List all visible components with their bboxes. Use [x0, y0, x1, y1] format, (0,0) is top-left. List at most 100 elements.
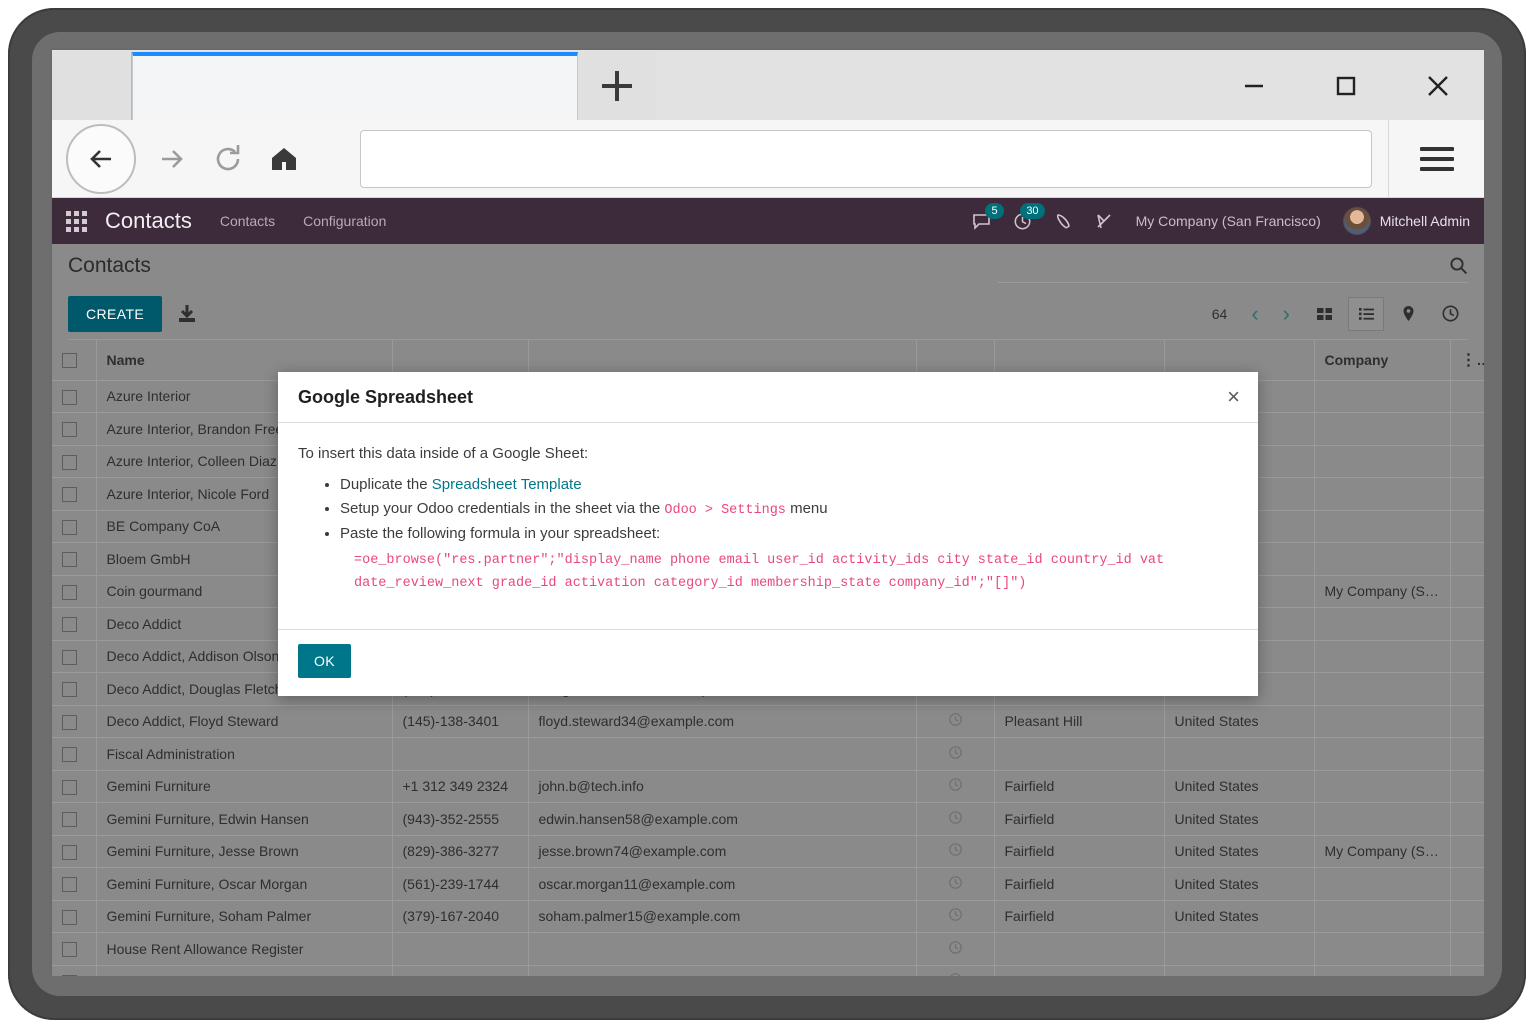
row-checkbox[interactable] — [62, 812, 77, 827]
cell-activity[interactable] — [916, 933, 994, 966]
create-button[interactable]: CREATE — [68, 296, 162, 332]
row-checkbox[interactable] — [62, 390, 77, 405]
close-button[interactable] — [1392, 52, 1484, 120]
select-all-checkbox[interactable] — [62, 353, 77, 368]
ok-button[interactable]: OK — [298, 644, 351, 678]
new-tab-button[interactable] — [578, 52, 656, 120]
table-row[interactable]: Hungry Pancynthiasanchez@gmail.comRussel… — [52, 965, 1484, 976]
view-switcher-map[interactable] — [1390, 297, 1426, 331]
cell-activity[interactable] — [916, 738, 994, 771]
cell-activity[interactable] — [916, 835, 994, 868]
address-bar[interactable] — [360, 130, 1372, 188]
row-select-cell[interactable] — [52, 543, 96, 576]
table-row[interactable]: Fiscal Administration — [52, 738, 1484, 771]
row-checkbox[interactable] — [62, 715, 77, 730]
maximize-button[interactable] — [1300, 52, 1392, 120]
browser-menu-button[interactable] — [1388, 120, 1484, 198]
cell-activity[interactable] — [916, 770, 994, 803]
row-checkbox[interactable] — [62, 585, 77, 600]
row-checkbox[interactable] — [62, 942, 77, 957]
row-checkbox[interactable] — [62, 520, 77, 535]
row-checkbox[interactable] — [62, 780, 77, 795]
forward-button[interactable] — [144, 131, 200, 187]
search-bar[interactable] — [998, 249, 1468, 283]
table-row[interactable]: Gemini Furniture+1 312 349 2324john.b@te… — [52, 770, 1484, 803]
cell-activity[interactable] — [916, 705, 994, 738]
row-checkbox[interactable] — [62, 845, 77, 860]
row-select-cell[interactable] — [52, 868, 96, 901]
back-button[interactable] — [66, 124, 136, 194]
row-checkbox[interactable] — [62, 487, 77, 502]
debug-button[interactable] — [1095, 212, 1114, 231]
menu-contacts[interactable]: Contacts — [220, 213, 275, 229]
row-select-cell[interactable] — [52, 673, 96, 706]
row-checkbox[interactable] — [62, 910, 77, 925]
formula-code[interactable]: =oe_browse("res.partner";"display_name p… — [354, 550, 1238, 596]
row-checkbox[interactable] — [62, 975, 77, 976]
table-row[interactable]: House Rent Allowance Register — [52, 933, 1484, 966]
row-select-cell[interactable] — [52, 705, 96, 738]
row-checkbox[interactable] — [62, 650, 77, 665]
apps-grid-icon[interactable] — [66, 211, 87, 232]
row-checkbox[interactable] — [62, 747, 77, 762]
cell-phone — [392, 933, 528, 966]
row-checkbox[interactable] — [62, 682, 77, 697]
cell-activity[interactable] — [916, 900, 994, 933]
table-row[interactable]: Gemini Furniture, Soham Palmer(379)-167-… — [52, 900, 1484, 933]
row-select-cell[interactable] — [52, 900, 96, 933]
row-select-cell[interactable] — [52, 608, 96, 641]
row-select-cell[interactable] — [52, 413, 96, 446]
row-select-cell[interactable] — [52, 510, 96, 543]
row-select-cell[interactable] — [52, 835, 96, 868]
row-select-cell[interactable] — [52, 575, 96, 608]
view-switcher-list[interactable] — [1348, 297, 1384, 331]
cell-activity[interactable] — [916, 868, 994, 901]
row-checkbox[interactable] — [62, 422, 77, 437]
row-checkbox[interactable] — [62, 552, 77, 567]
view-switcher-activity[interactable] — [1432, 297, 1468, 331]
select-all-header[interactable] — [52, 340, 96, 380]
browser-tab-active[interactable] — [132, 52, 578, 120]
menu-configuration[interactable]: Configuration — [303, 213, 386, 229]
dialog-close-button[interactable]: × — [1227, 386, 1240, 408]
row-select-cell[interactable] — [52, 770, 96, 803]
company-switcher[interactable]: My Company (San Francisco) — [1136, 213, 1321, 229]
phone-button[interactable] — [1054, 212, 1073, 231]
cell-activity[interactable] — [916, 803, 994, 836]
pager-count[interactable]: 64 — [1212, 306, 1228, 322]
cell-phone: (829)-386-3277 — [392, 835, 528, 868]
search-input[interactable] — [998, 258, 1449, 274]
row-select-cell[interactable] — [52, 803, 96, 836]
row-select-cell[interactable] — [52, 640, 96, 673]
row-checkbox[interactable] — [62, 617, 77, 632]
reload-button[interactable] — [200, 131, 256, 187]
messaging-button[interactable]: 5 — [972, 212, 991, 231]
app-brand[interactable]: Contacts — [105, 208, 192, 234]
column-options-button[interactable]: ⋮ — [1450, 340, 1484, 380]
home-button[interactable] — [256, 131, 312, 187]
search-icon[interactable] — [1449, 256, 1468, 275]
cell-activity[interactable] — [916, 965, 994, 976]
table-row[interactable]: Gemini Furniture, Oscar Morgan(561)-239-… — [52, 868, 1484, 901]
row-select-cell[interactable] — [52, 933, 96, 966]
row-select-cell[interactable] — [52, 478, 96, 511]
minimize-button[interactable] — [1208, 52, 1300, 120]
table-row[interactable]: Gemini Furniture, Jesse Brown(829)-386-3… — [52, 835, 1484, 868]
row-checkbox[interactable] — [62, 877, 77, 892]
pager-previous-button[interactable]: ‹ — [1241, 303, 1268, 325]
row-select-cell[interactable] — [52, 738, 96, 771]
user-menu[interactable]: Mitchell Admin — [1343, 207, 1470, 235]
table-row[interactable]: Deco Addict, Floyd Steward(145)-138-3401… — [52, 705, 1484, 738]
export-icon[interactable] — [176, 303, 198, 325]
cell-name: Gemini Furniture, Jesse Brown — [96, 835, 392, 868]
spreadsheet-template-link[interactable]: Spreadsheet Template — [432, 476, 582, 493]
column-header-company[interactable]: Company — [1314, 340, 1450, 380]
row-checkbox[interactable] — [62, 455, 77, 470]
row-select-cell[interactable] — [52, 380, 96, 413]
table-row[interactable]: Gemini Furniture, Edwin Hansen(943)-352-… — [52, 803, 1484, 836]
row-select-cell[interactable] — [52, 965, 96, 976]
pager-next-button[interactable]: › — [1273, 303, 1300, 325]
view-switcher-kanban[interactable] — [1306, 297, 1342, 331]
row-select-cell[interactable] — [52, 445, 96, 478]
activities-button[interactable]: 30 — [1013, 212, 1032, 231]
